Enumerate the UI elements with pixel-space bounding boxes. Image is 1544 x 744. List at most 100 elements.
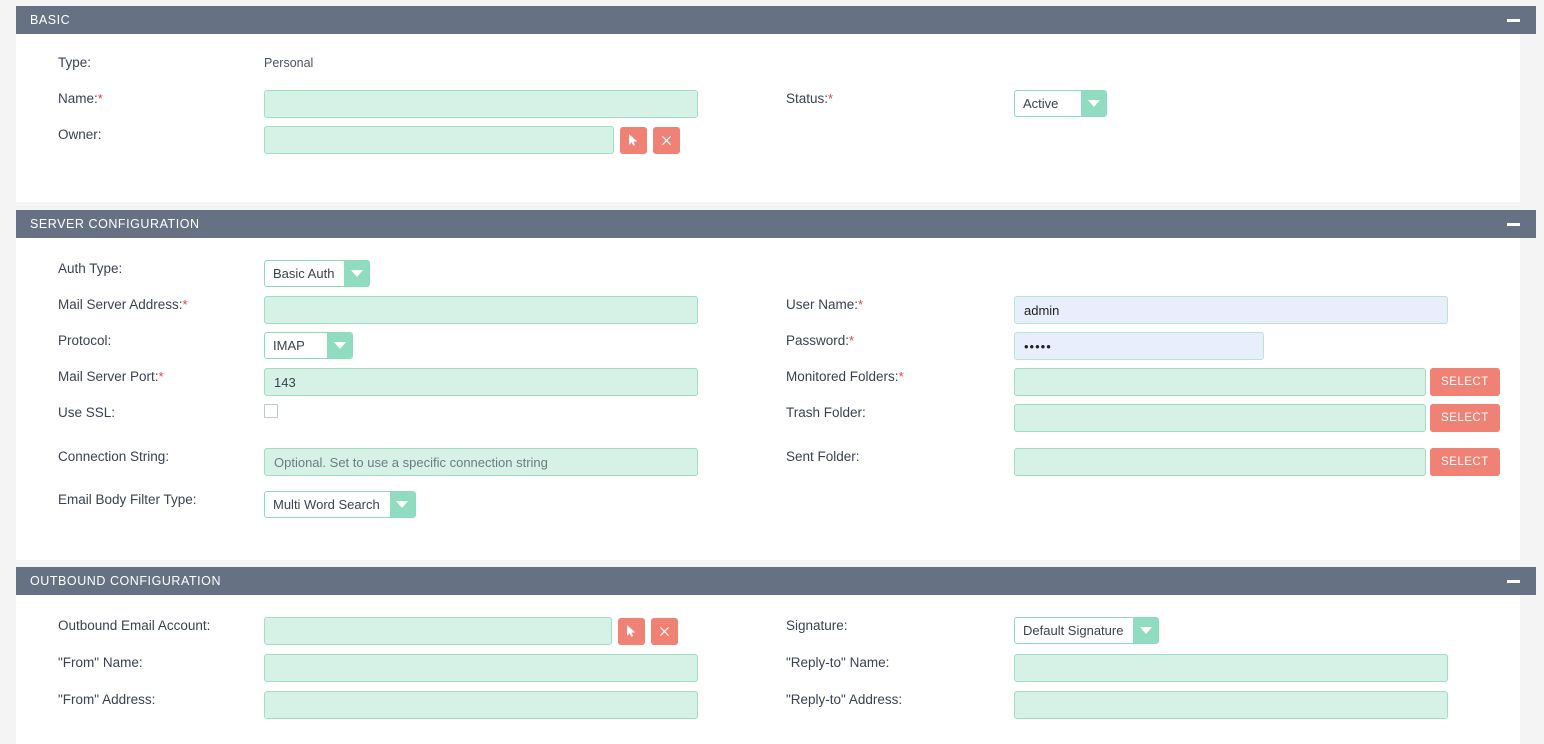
cursor-arrow-icon bbox=[626, 625, 637, 637]
monitored-folders-select-button[interactable]: SELECT bbox=[1430, 368, 1500, 396]
required-indicator: * bbox=[849, 333, 854, 348]
label-connection-string: Connection String: bbox=[16, 448, 264, 466]
field-outbound-email-account: Outbound Email Account: bbox=[16, 617, 768, 654]
minus-icon bbox=[1507, 580, 1520, 583]
label-status: Status:* bbox=[768, 90, 1014, 108]
chevron-down-icon bbox=[390, 492, 415, 517]
label-outbound-email-account: Outbound Email Account: bbox=[16, 617, 264, 635]
section-title-server-configuration: SERVER CONFIGURATION bbox=[30, 218, 200, 231]
signature-dropdown[interactable]: Default Signature bbox=[1014, 617, 1159, 644]
chevron-down-icon bbox=[1081, 91, 1106, 116]
spacer-type bbox=[768, 54, 1520, 90]
label-from-name: "From" Name: bbox=[16, 654, 264, 672]
trash-folder-input[interactable] bbox=[1014, 404, 1426, 432]
label-trash-folder: Trash Folder: bbox=[768, 404, 1014, 422]
row-ssl-trash: Use SSL: Trash Folder: SELECT bbox=[16, 404, 1520, 448]
field-password: Password:* bbox=[768, 332, 1520, 368]
email-body-filter-type-dropdown[interactable]: Multi Word Search bbox=[264, 491, 416, 518]
outbound-email-account-input[interactable] bbox=[264, 617, 612, 645]
outbound-email-account-select-button[interactable] bbox=[618, 618, 645, 645]
monitored-folders-input[interactable] bbox=[1014, 368, 1426, 396]
required-indicator: * bbox=[899, 369, 904, 384]
field-reply-to-address: "Reply-to" Address: bbox=[768, 691, 1520, 728]
field-user-name: User Name:* bbox=[768, 296, 1520, 332]
field-connection-string: Connection String: bbox=[16, 448, 768, 491]
spacer-auth bbox=[768, 260, 1520, 296]
field-mail-server-port: Mail Server Port:* bbox=[16, 368, 768, 404]
field-owner: Owner: bbox=[16, 126, 768, 162]
field-sent-folder: Sent Folder: SELECT bbox=[768, 448, 1520, 491]
status-dropdown[interactable]: Active bbox=[1014, 90, 1107, 117]
section-body-basic: Type: Personal Name:* bbox=[16, 34, 1520, 202]
auth-type-dropdown-value: Basic Auth bbox=[265, 261, 344, 286]
use-ssl-checkbox[interactable] bbox=[264, 404, 278, 418]
required-indicator: * bbox=[159, 369, 164, 384]
collapse-server-configuration-button[interactable] bbox=[1500, 210, 1526, 238]
row-connstring-sent: Connection String: Sent Folder: SELECT bbox=[16, 448, 1520, 491]
label-mail-server-port: Mail Server Port:* bbox=[16, 368, 264, 386]
close-x-icon bbox=[662, 136, 671, 145]
email-body-filter-type-dropdown-value: Multi Word Search bbox=[265, 492, 390, 517]
protocol-dropdown[interactable]: IMAP bbox=[264, 332, 353, 359]
name-input[interactable] bbox=[264, 90, 698, 118]
label-owner: Owner: bbox=[16, 126, 264, 144]
row-owner: Owner: bbox=[16, 126, 1520, 162]
owner-input[interactable] bbox=[264, 126, 614, 154]
trash-folder-select-button[interactable]: SELECT bbox=[1430, 404, 1500, 432]
section-header-outbound-configuration[interactable]: OUTBOUND CONFIGURATION bbox=[16, 567, 1536, 595]
mail-server-address-input[interactable] bbox=[264, 296, 698, 324]
value-type: Personal bbox=[264, 56, 313, 70]
field-signature: Signature: Default Signature bbox=[768, 617, 1520, 654]
close-x-icon bbox=[660, 627, 669, 636]
reply-to-address-input[interactable] bbox=[1014, 691, 1448, 719]
label-user-name: User Name:* bbox=[768, 296, 1014, 314]
label-mail-server-port-text: Mail Server Port: bbox=[58, 369, 159, 384]
mail-server-port-input[interactable] bbox=[264, 368, 698, 396]
auth-type-dropdown[interactable]: Basic Auth bbox=[264, 260, 370, 287]
label-status-text: Status: bbox=[786, 91, 828, 106]
label-password-text: Password: bbox=[786, 333, 849, 348]
row-protocol-password: Protocol: IMAP Password:* bbox=[16, 332, 1520, 368]
status-dropdown-value: Active bbox=[1015, 91, 1081, 116]
field-use-ssl: Use SSL: bbox=[16, 404, 768, 448]
required-indicator: * bbox=[858, 297, 863, 312]
label-name: Name:* bbox=[16, 90, 264, 108]
collapse-outbound-configuration-button[interactable] bbox=[1500, 567, 1526, 595]
required-indicator: * bbox=[183, 297, 188, 312]
chevron-down-icon bbox=[344, 261, 369, 286]
collapse-basic-button[interactable] bbox=[1500, 6, 1526, 34]
owner-select-button[interactable] bbox=[620, 127, 647, 154]
row-auth-username: Auth Type: Basic Auth bbox=[16, 260, 1520, 296]
section-body-server-configuration: Auth Type: Basic Auth Mail Server Addres… bbox=[16, 238, 1520, 560]
label-monitored-folders: Monitored Folders:* bbox=[768, 368, 1014, 386]
outbound-email-account-clear-button[interactable] bbox=[651, 618, 678, 645]
field-protocol: Protocol: IMAP bbox=[16, 332, 768, 368]
label-from-address: "From" Address: bbox=[16, 691, 264, 709]
section-header-basic[interactable]: BASIC bbox=[16, 6, 1536, 34]
field-email-body-filter-type: Email Body Filter Type: Multi Word Searc… bbox=[16, 491, 768, 527]
sent-folder-input[interactable] bbox=[1014, 448, 1426, 476]
section-title-basic: BASIC bbox=[30, 14, 70, 27]
sent-folder-select-button[interactable]: SELECT bbox=[1430, 448, 1500, 476]
row-type: Type: Personal bbox=[16, 54, 1520, 90]
required-indicator: * bbox=[828, 91, 833, 106]
section-header-server-configuration[interactable]: SERVER CONFIGURATION bbox=[16, 210, 1536, 238]
field-reply-to-name: "Reply-to" Name: bbox=[768, 654, 1520, 691]
field-mail-server-address: Mail Server Address:* bbox=[16, 296, 768, 332]
label-auth-type: Auth Type: bbox=[16, 260, 264, 278]
owner-clear-button[interactable] bbox=[653, 127, 680, 154]
label-type: Type: bbox=[16, 54, 264, 72]
connection-string-input[interactable] bbox=[264, 448, 698, 476]
from-address-input[interactable] bbox=[264, 691, 698, 719]
field-status: Status:* Active bbox=[768, 90, 1520, 126]
reply-to-name-input[interactable] bbox=[1014, 654, 1448, 682]
from-name-input[interactable] bbox=[264, 654, 698, 682]
label-reply-to-address: "Reply-to" Address: bbox=[768, 691, 1014, 709]
signature-dropdown-value: Default Signature bbox=[1015, 618, 1133, 643]
password-input[interactable] bbox=[1014, 332, 1264, 360]
row-email-body-filter: Email Body Filter Type: Multi Word Searc… bbox=[16, 491, 1520, 527]
label-signature: Signature: bbox=[768, 617, 1014, 635]
row-fromname-replytoname: "From" Name: "Reply-to" Name: bbox=[16, 654, 1520, 691]
user-name-input[interactable] bbox=[1014, 296, 1448, 324]
label-mail-server-address-text: Mail Server Address: bbox=[58, 297, 183, 312]
